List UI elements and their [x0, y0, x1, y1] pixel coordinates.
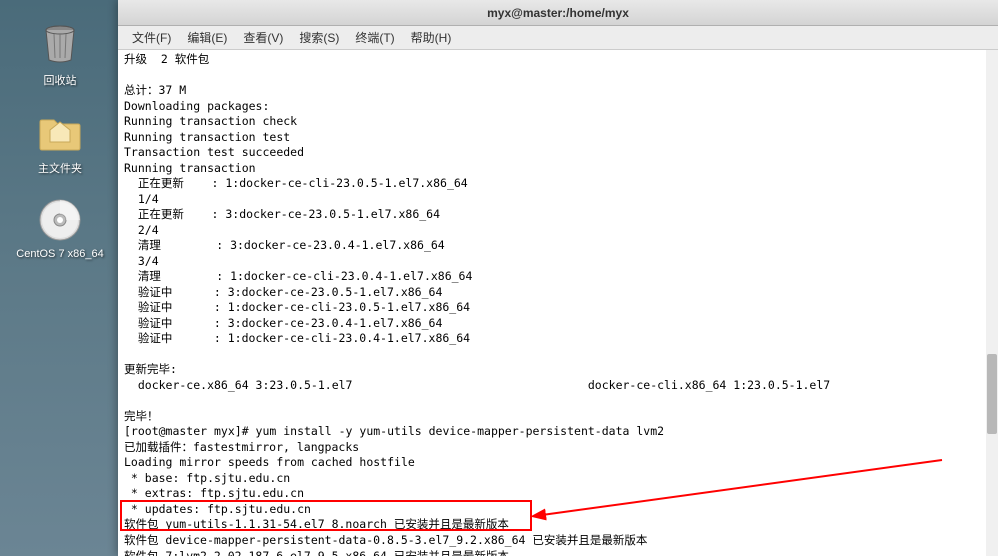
menu-edit[interactable]: 编辑(E) [179, 27, 235, 48]
disc-media-icon[interactable]: CentOS 7 x86_64 [15, 196, 105, 260]
terminal-line: 正在更新 : 1:docker-ce-cli-23.0.5-1.el7.x86_… [124, 176, 992, 192]
terminal-line: * extras: ftp.sjtu.edu.cn [124, 486, 992, 502]
terminal-line: 完毕！ [124, 409, 992, 425]
terminal-line: 1/4 [124, 192, 992, 208]
terminal-line: Loading mirror speeds from cached hostfi… [124, 455, 992, 471]
trash-icon-image [36, 20, 84, 68]
menu-help[interactable]: 帮助(H) [403, 27, 460, 48]
terminal-line: 3/4 [124, 254, 992, 270]
terminal-line [124, 347, 992, 363]
terminal-line: 验证中 : 3:docker-ce-23.0.5-1.el7.x86_64 [124, 285, 992, 301]
terminal-line: 清理 : 1:docker-ce-cli-23.0.4-1.el7.x86_64 [124, 269, 992, 285]
terminal-line: 验证中 : 1:docker-ce-cli-23.0.4-1.el7.x86_6… [124, 331, 992, 347]
terminal-line: Transaction test succeeded [124, 145, 992, 161]
terminal-line: Running transaction [124, 161, 992, 177]
terminal-window: myx@master:/home/myx 文件(F) 编辑(E) 查看(V) 搜… [118, 0, 998, 556]
terminal-line: * base: ftp.sjtu.edu.cn [124, 471, 992, 487]
home-folder-label: 主文件夹 [38, 160, 82, 176]
disc-media-label: CentOS 7 x86_64 [16, 248, 103, 260]
menu-bar: 文件(F) 编辑(E) 查看(V) 搜索(S) 终端(T) 帮助(H) [118, 26, 998, 50]
terminal-line: 正在更新 : 3:docker-ce-23.0.5-1.el7.x86_64 [124, 207, 992, 223]
terminal-line: 更新完毕: [124, 362, 992, 378]
menu-file[interactable]: 文件(F) [124, 27, 179, 48]
scrollbar[interactable] [986, 50, 998, 556]
terminal-line: Running transaction test [124, 130, 992, 146]
terminal-line [124, 393, 992, 409]
menu-view[interactable]: 查看(V) [235, 27, 291, 48]
terminal-content[interactable]: 升级 2 软件包 总计：37 MDownloading packages:Run… [118, 50, 998, 556]
terminal-line: 软件包 7:lvm2-2.02.187-6.el7_9.5.x86_64 已安装… [124, 549, 992, 556]
terminal-line: 验证中 : 1:docker-ce-cli-23.0.5-1.el7.x86_6… [124, 300, 992, 316]
window-title: myx@master:/home/myx [487, 6, 629, 20]
terminal-line: Downloading packages: [124, 99, 992, 115]
terminal-line: 软件包 yum-utils-1.1.31-54.el7_8.noarch 已安装… [124, 517, 992, 533]
terminal-line: 软件包 device-mapper-persistent-data-0.8.5-… [124, 533, 992, 549]
menu-search[interactable]: 搜索(S) [291, 27, 347, 48]
home-folder-icon[interactable]: 主文件夹 [15, 108, 105, 176]
terminal-line: 升级 2 软件包 [124, 52, 992, 68]
desktop-icons: 回收站 主文件夹 CentOS 7 x86_64 [15, 20, 105, 280]
terminal-line: 已加载插件：fastestmirror, langpacks [124, 440, 992, 456]
terminal-line: 清理 : 3:docker-ce-23.0.4-1.el7.x86_64 [124, 238, 992, 254]
terminal-line: docker-ce.x86_64 3:23.0.5-1.el7 docker-c… [124, 378, 992, 394]
terminal-line: 验证中 : 3:docker-ce-23.0.4-1.el7.x86_64 [124, 316, 992, 332]
folder-icon-image [36, 108, 84, 156]
terminal-line [124, 68, 992, 84]
terminal-line: 总计：37 M [124, 83, 992, 99]
title-bar[interactable]: myx@master:/home/myx [118, 0, 998, 26]
menu-terminal[interactable]: 终端(T) [347, 27, 402, 48]
terminal-line: [root@master myx]# yum install -y yum-ut… [124, 424, 992, 440]
terminal-line: 2/4 [124, 223, 992, 239]
terminal-line: Running transaction check [124, 114, 992, 130]
trash-icon[interactable]: 回收站 [15, 20, 105, 88]
trash-label: 回收站 [44, 72, 77, 88]
scrollbar-thumb[interactable] [987, 354, 997, 434]
disc-icon-image [36, 196, 84, 244]
terminal-line: * updates: ftp.sjtu.edu.cn [124, 502, 992, 518]
